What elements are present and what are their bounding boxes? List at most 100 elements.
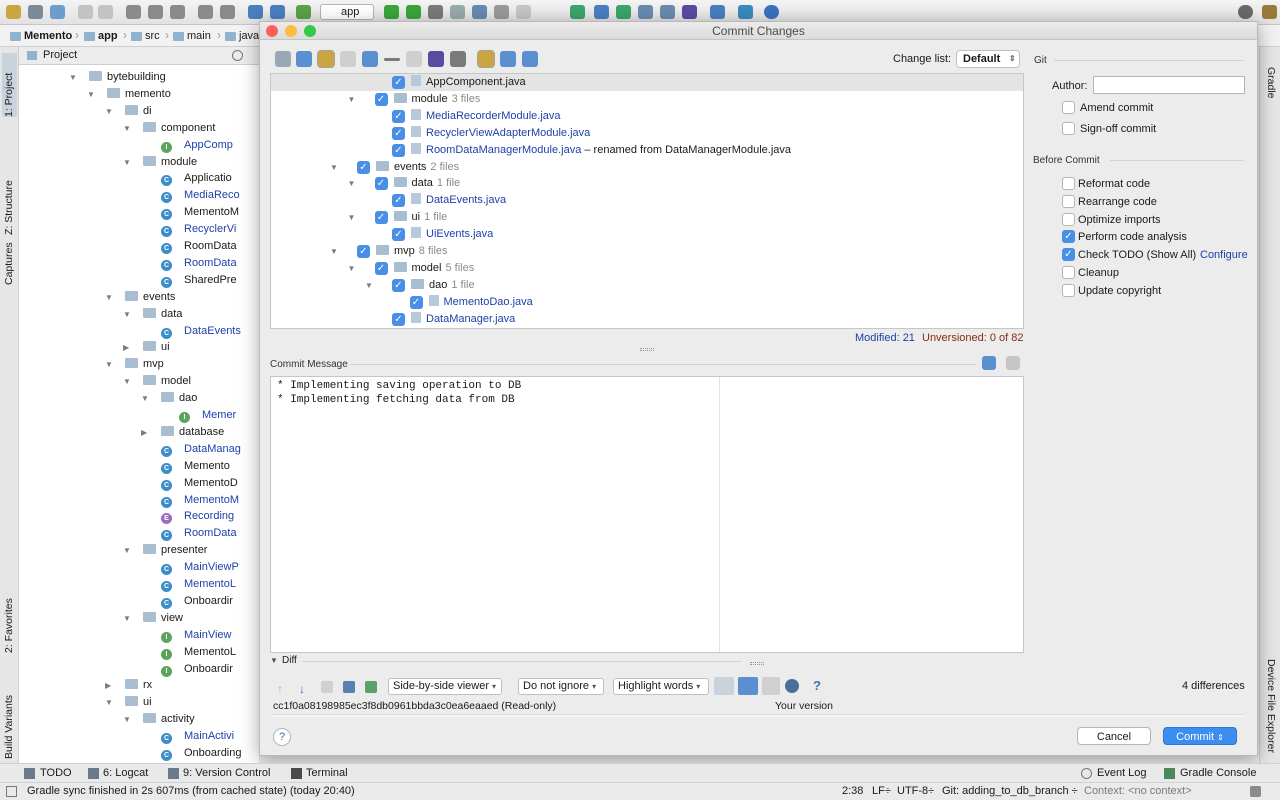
before-commit-option-label[interactable]: Update copyright [1078,284,1161,298]
nav-forward-icon[interactable] [270,5,285,19]
tree-folder-row[interactable]: ▶ ui [19,339,259,356]
gear-icon[interactable] [785,679,799,693]
tree-folder-row[interactable]: ▼ di [19,103,259,120]
before-commit-option-label[interactable]: Perform code analysis [1078,230,1187,244]
tree-file-row[interactable]: C RoomData [19,238,259,255]
chevron-down-icon[interactable]: ▼ [105,694,113,711]
changed-folder-row[interactable]: ▼ ✓ events 2 files [271,159,1023,176]
signoff-commit-checkbox[interactable] [1062,122,1075,135]
chevron-right-icon[interactable]: ▶ [105,677,113,694]
tree-file-row[interactable]: I Onboardir [19,661,259,678]
changed-folder-row[interactable]: ▼ ✓ module 3 files [271,91,1023,108]
paste-icon[interactable] [170,5,185,19]
before-commit-checkbox[interactable] [1062,177,1075,190]
caret-position[interactable]: 2:38 [842,784,863,799]
amend-commit-label[interactable]: Amend commit [1080,101,1153,115]
tree-file-row[interactable]: C MementoM [19,492,259,509]
vcs-commit-icon[interactable] [594,5,609,19]
changed-file-row[interactable]: ✓ MediaRecorderModule.java [271,108,1023,125]
debug-icon[interactable] [406,5,421,19]
splitter-handle[interactable] [750,662,764,665]
tree-file-row[interactable]: C Applicatio [19,170,259,187]
changed-folder-row[interactable]: ▼ ✓ mvp 8 files [271,243,1023,260]
inspector-icon[interactable] [1250,786,1261,797]
tree-folder-row[interactable]: ▶ database [19,424,259,441]
tree-folder-row[interactable]: ▼ component [19,120,259,137]
chevron-right-icon[interactable]: ▶ [141,424,149,441]
chevron-down-icon[interactable]: ▼ [348,260,356,277]
tree-file-row[interactable]: I Memer [19,407,259,424]
chevron-down-icon[interactable]: ▼ [365,277,373,294]
tree-folder-row[interactable]: ▼ data [19,306,259,323]
diff-section-label[interactable]: Diff [282,655,297,666]
run-icon[interactable] [384,5,399,19]
tree-file-row[interactable]: I MementoL [19,644,259,661]
chevron-down-icon[interactable]: ▼ [123,711,131,728]
include-checkbox[interactable]: ✓ [374,177,388,191]
before-commit-option-label[interactable]: Cleanup [1078,266,1119,280]
tree-file-row[interactable]: C MainActivi [19,728,259,745]
vcs-update-icon[interactable] [570,5,585,19]
edit-icon[interactable] [365,681,377,693]
changed-file-row[interactable]: ✓ DataEvents.java [271,192,1023,209]
tree-folder-row[interactable]: ▼ events [19,289,259,306]
minimize-window-icon[interactable] [285,25,297,37]
line-separator[interactable]: LF÷ [872,784,891,799]
commit-message-editor[interactable]: * Implementing saving operation to DB * … [270,376,1024,653]
copy-icon[interactable] [148,5,163,19]
diff-viewer-select[interactable]: Side-by-side viewer ▾ [388,678,502,695]
sync-scroll-icon[interactable] [738,677,758,695]
changed-folder-row[interactable]: ▼ ✓ dao 1 file [271,277,1023,294]
include-checkbox[interactable]: ✓ [374,211,388,225]
open-icon[interactable] [6,5,21,19]
run-config-select[interactable]: app [320,4,374,20]
include-checkbox[interactable]: ✓ [392,278,405,292]
tree-folder-row[interactable]: ▼ model [19,373,259,390]
cancel-button[interactable]: Cancel [1077,727,1151,745]
include-checkbox[interactable]: ✓ [357,245,370,258]
collapse-unchanged-icon[interactable] [714,677,734,695]
chevron-right-icon[interactable]: ▶ [123,339,131,356]
collapse-all-icon[interactable] [522,51,538,67]
breadcrumb-item[interactable]: app [84,29,118,44]
before-commit-checkbox[interactable] [1062,212,1075,226]
include-checkbox[interactable]: ✓ [357,160,370,174]
tab-favorites[interactable]: 2: Favorites [2,583,17,653]
sync-icon[interactable] [50,5,65,19]
before-commit-checkbox[interactable]: ✓ [1062,248,1075,262]
changed-file-row[interactable]: ✓ RecyclerViewAdapterModule.java [271,125,1023,142]
remove-icon[interactable] [384,58,400,61]
tab-gradle-console[interactable]: Gradle Console [1180,766,1256,781]
chevron-down-icon[interactable]: ▼ [123,542,131,559]
lock-icon[interactable] [762,677,780,695]
replace-icon[interactable] [220,5,235,19]
splitter-handle[interactable] [640,348,654,351]
chevron-down-icon[interactable]: ▼ [330,243,338,260]
coverage-icon[interactable] [450,5,465,19]
nav-back-icon[interactable] [248,5,263,19]
tree-file-row[interactable]: C MementoL [19,576,259,593]
show-diff-icon[interactable] [275,51,291,67]
search-everywhere-icon[interactable] [1238,5,1253,19]
author-input[interactable] [1093,76,1245,94]
tree-file-row[interactable]: C SharedPre [19,272,259,289]
tree-folder-row[interactable]: ▼ dao [19,390,259,407]
chevron-down-icon[interactable]: ▼ [270,656,278,665]
signoff-commit-label[interactable]: Sign-off commit [1080,122,1156,136]
unversioned-link[interactable]: Unversioned: 0 of 82 [922,332,1024,344]
include-checkbox[interactable]: ✓ [392,143,405,157]
rollback-icon[interactable] [428,51,444,67]
chevron-down-icon[interactable]: ▼ [69,69,77,86]
include-checkbox[interactable]: ✓ [392,126,405,140]
tree-file-row[interactable]: C RoomData [19,525,259,542]
user-avatar[interactable] [1262,5,1277,19]
profile-icon[interactable] [472,5,487,19]
breadcrumb-item[interactable]: main [173,29,211,44]
zoom-window-icon[interactable] [304,25,316,37]
changed-folder-row[interactable]: ▼ ✓ data 1 file [271,175,1023,192]
tree-folder-row[interactable]: ▼ mvp [19,356,259,373]
commit-history-icon[interactable] [982,356,996,370]
attach-debugger-icon[interactable] [428,5,443,19]
tree-file-row[interactable]: C RoomData [19,255,259,272]
tab-logcat[interactable]: 6: Logcat [103,766,148,781]
